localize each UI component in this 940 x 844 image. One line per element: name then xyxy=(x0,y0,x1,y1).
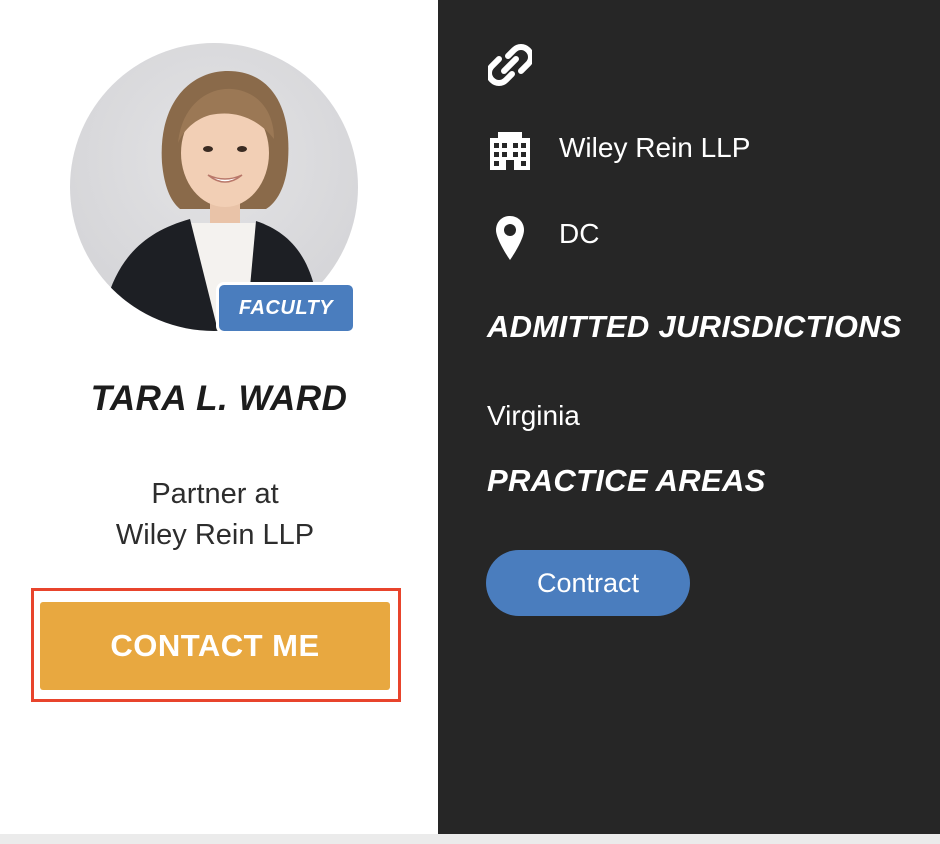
faculty-badge: FACULTY xyxy=(216,282,356,334)
building-icon xyxy=(490,132,530,170)
contact-me-button[interactable]: CONTACT ME xyxy=(40,602,390,690)
location-text: DC xyxy=(559,218,600,249)
firm-name: Wiley Rein LLP xyxy=(559,132,751,163)
profile-role: Partner at Wiley Rein LLP xyxy=(0,474,430,556)
role-line-1: Partner at xyxy=(151,478,279,510)
admitted-jurisdictions-heading: ADMITTED JURISDICTIONS xyxy=(487,309,902,344)
jurisdiction-item: Virginia xyxy=(487,400,580,431)
link-icon[interactable] xyxy=(488,44,532,86)
location-pin-icon xyxy=(496,216,524,260)
details-panel: Wiley Rein LLP DC ADMITTED JURISDICTIONS… xyxy=(438,0,940,834)
practice-areas-heading: PRACTICE AREAS xyxy=(487,463,766,498)
role-line-2: Wiley Rein LLP xyxy=(115,519,315,551)
practice-area-tag-contract[interactable]: Contract xyxy=(486,550,690,616)
profile-name: TARA L. WARD xyxy=(90,379,348,418)
profile-card: FACULTY TARA L. WARD Partner at Wiley Re… xyxy=(0,0,438,834)
bottom-divider xyxy=(0,834,940,844)
